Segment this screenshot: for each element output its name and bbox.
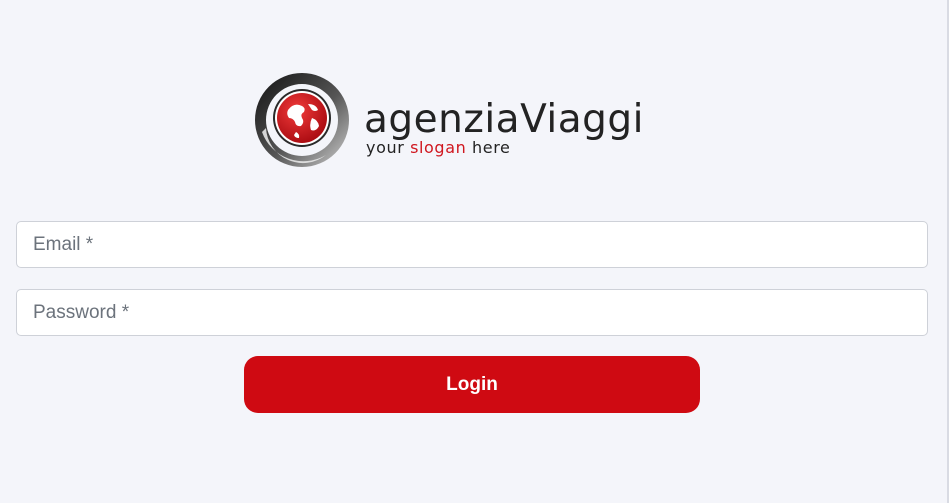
email-field[interactable] — [16, 221, 928, 268]
brand-slogan: your slogan here — [366, 140, 510, 156]
password-field[interactable] — [16, 289, 928, 336]
globe-swirl-icon — [255, 73, 349, 167]
slogan-prefix: your — [366, 138, 411, 157]
brand-logo: agenziaViaggi your slogan here — [252, 70, 702, 172]
slogan-accent: slogan — [410, 138, 467, 157]
slogan-suffix: here — [466, 138, 511, 157]
brand-name: agenziaViaggi — [364, 97, 644, 142]
login-button[interactable]: Login — [244, 356, 700, 413]
login-page: agenziaViaggi your slogan here Login — [0, 0, 949, 503]
